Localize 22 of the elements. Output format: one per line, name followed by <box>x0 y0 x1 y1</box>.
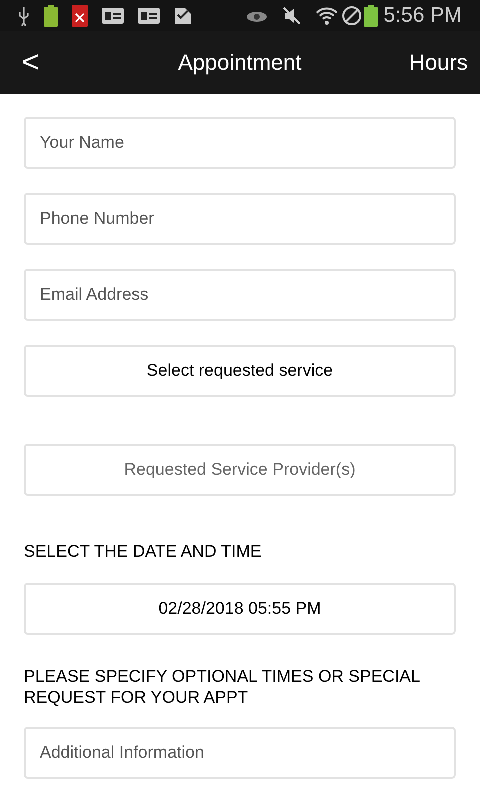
text-field[interactable]: Phone Number <box>24 193 456 245</box>
text-field[interactable]: Additional Information <box>24 727 456 779</box>
usb-icon <box>18 6 30 26</box>
card-icon <box>102 8 124 24</box>
select-button[interactable]: 02/28/2018 05:55 PM <box>24 583 456 635</box>
checklist-icon <box>174 6 192 24</box>
header-title: Appointment <box>178 49 302 77</box>
card-icon <box>138 8 160 24</box>
battery-icon <box>44 4 58 26</box>
text-field[interactable]: Your Name <box>24 117 456 169</box>
battery-icon <box>364 4 378 26</box>
back-button[interactable]: < <box>22 40 40 85</box>
section-label: SELECT THE DATE AND TIME <box>24 541 263 562</box>
text-field[interactable]: Email Address <box>24 269 456 321</box>
select-button[interactable]: Select requested service <box>24 345 456 397</box>
section-label: PLEASE SPECIFY OPTIONAL TIMES OR SPECIAL REQUEST FOR YOUR APPT <box>24 666 421 708</box>
mute-icon <box>282 6 302 26</box>
hours-button[interactable]: Hours <box>409 46 468 79</box>
error-icon <box>72 4 88 26</box>
status-time: 5:56 PM <box>384 2 462 29</box>
blocked-icon <box>342 6 362 26</box>
wifi-icon <box>316 6 338 26</box>
